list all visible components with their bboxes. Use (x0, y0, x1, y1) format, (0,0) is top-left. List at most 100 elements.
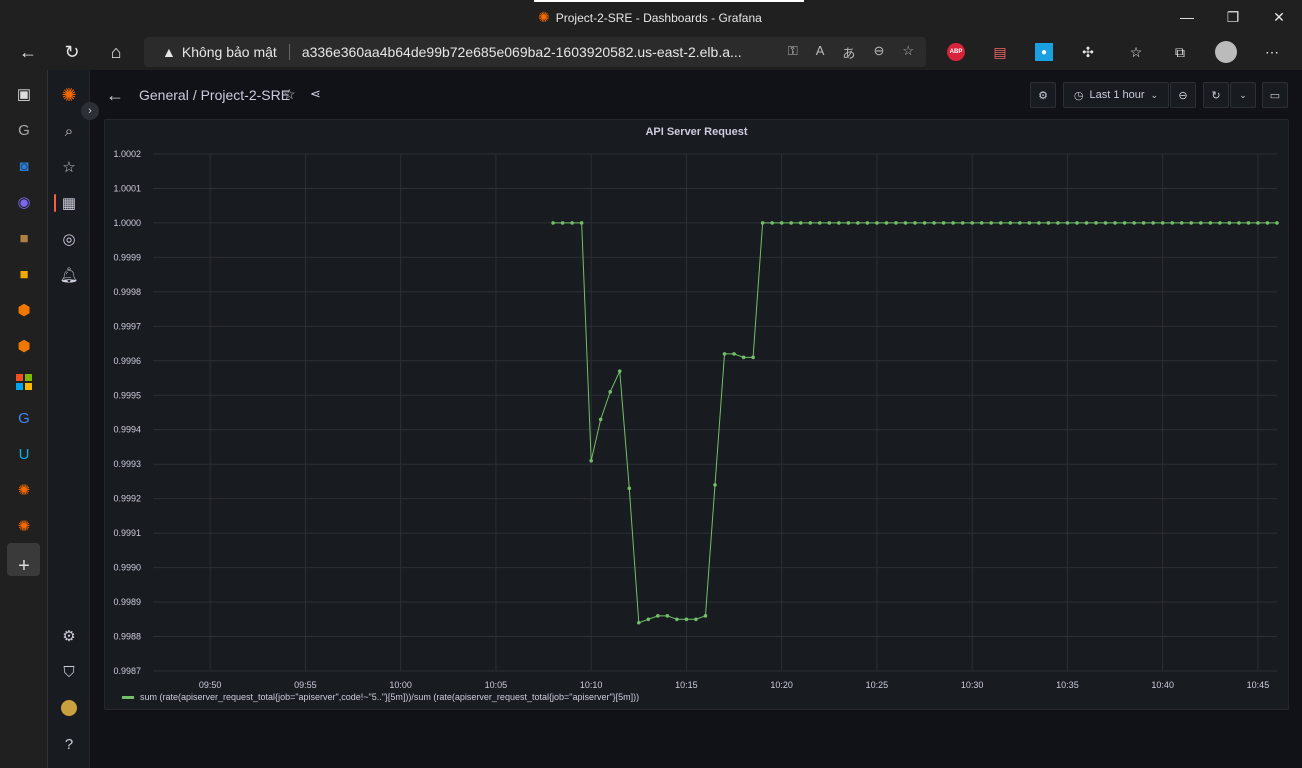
data-point (1094, 221, 1098, 225)
favorites-icon: ☆ (1129, 43, 1143, 60)
grafana-tab-2-icon[interactable]: ✺ (12, 514, 36, 538)
data-point (551, 221, 555, 225)
extensions-button[interactable]: ✣ (1076, 40, 1100, 64)
add-tab-icon[interactable]: + (12, 554, 36, 578)
data-point (846, 221, 851, 225)
chart-legend[interactable]: sum (rate(apiserver_request_total{job="a… (122, 692, 639, 702)
back-arrow-icon: ← (19, 41, 37, 62)
google-icon[interactable]: G (12, 406, 36, 430)
x-tick-label: 10:10 (580, 680, 603, 690)
tab-actions-icon[interactable]: ▣ (12, 82, 36, 106)
y-tick-label: 1.0000 (113, 218, 141, 228)
time-range-picker[interactable]: ◷ Last 1 hour ⌄ (1063, 82, 1169, 108)
water-extension[interactable]: ● (1032, 40, 1056, 64)
data-point (1132, 221, 1136, 225)
more-menu-button[interactable]: ⋯ (1260, 40, 1284, 64)
warning-icon: ▲ (162, 44, 176, 60)
data-point (922, 221, 927, 225)
grafana-home-logo-icon[interactable]: ✺ (57, 83, 81, 107)
package-icon[interactable]: ■ (12, 226, 36, 250)
dashboards-icon[interactable]: ▦ (57, 191, 81, 215)
legend-label[interactable]: sum (rate(apiserver_request_total{job="a… (140, 692, 639, 702)
microsoft-logo (16, 374, 32, 390)
outlook-icon[interactable]: ◙ (12, 154, 36, 178)
printer-icon: ▤ (993, 43, 1007, 60)
security-indicator[interactable]: ▲ Không bảo mật (162, 44, 277, 60)
view-mode-button[interactable]: ▭ (1262, 82, 1288, 108)
printer-extension[interactable]: ▤ (988, 40, 1012, 64)
aws-box-icon[interactable]: ■ (12, 262, 36, 286)
y-tick-label: 0.9997 (113, 321, 141, 331)
data-point (789, 221, 794, 225)
help-icon[interactable]: ? (57, 732, 81, 756)
data-point (1141, 221, 1146, 225)
translate-icon[interactable]: あ (842, 43, 855, 62)
data-point (970, 221, 974, 225)
y-tick-label: 0.9990 (113, 563, 141, 573)
favorites-button[interactable]: ☆ (1124, 40, 1148, 64)
refresh-interval-dropdown[interactable]: ⌄ (1230, 82, 1256, 108)
address-bar[interactable]: ▲ Không bảo mật a336e360aa4b64de99b72e68… (144, 37, 926, 67)
data-point (1179, 221, 1184, 225)
grafana-tab-icon[interactable]: ✺ (12, 478, 36, 502)
refresh-button[interactable]: ↻ (58, 38, 86, 66)
dashboard-back-arrow-icon[interactable]: ← (106, 85, 124, 106)
url-text[interactable]: a336e360aa4b64de99b72e685e069ba2-1603920… (302, 44, 742, 60)
data-point (1027, 221, 1032, 225)
microsoft-icon[interactable] (12, 370, 36, 394)
breadcrumb-folder[interactable]: General (139, 87, 189, 103)
configuration-gear-icon[interactable]: ⚙ (57, 624, 81, 648)
wordpress-icon[interactable]: ◉ (12, 190, 36, 214)
zoom-out-icon: ⊖ (1178, 89, 1188, 102)
favorite-add-icon[interactable]: ☆ (902, 43, 914, 62)
maximize-button[interactable]: ❐ (1210, 6, 1256, 28)
data-point (1189, 221, 1194, 225)
google-tab-icon[interactable]: G (12, 118, 36, 142)
data-point (732, 352, 736, 356)
home-button[interactable]: ⌂ (102, 38, 130, 66)
data-point (636, 620, 641, 625)
collections-button[interactable]: ⧉ (1168, 40, 1192, 64)
zoom-out-button[interactable]: ⊖ (1170, 82, 1196, 108)
x-tick-label: 10:25 (866, 680, 889, 690)
dashboard-settings-button[interactable]: ⚙ (1030, 82, 1056, 108)
explore-icon[interactable]: ◎ (57, 227, 81, 251)
puzzle-icon: ✣ (1082, 43, 1094, 60)
udacity-icon[interactable]: U (12, 442, 36, 466)
chart-svg: 1.0002 1.0001 1.0000 0.9999 0.9998 0.9997 0.99… (113, 149, 1279, 690)
x-tick-label: 09:55 (294, 680, 317, 690)
data-point (1084, 221, 1089, 225)
data-point (684, 617, 689, 622)
y-tick-label: 0.9998 (113, 287, 141, 297)
close-button[interactable]: ✕ (1256, 6, 1302, 28)
data-point (722, 352, 727, 356)
user-avatar-icon[interactable] (57, 696, 81, 720)
x-tick-label: 10:15 (675, 680, 698, 690)
more-dots-icon: ⋯ (1265, 43, 1279, 60)
zoom-icon[interactable]: ⊖ (873, 43, 884, 62)
read-aloud-icon[interactable]: A (816, 43, 825, 62)
alerting-bell-icon[interactable]: 🔔︎ (57, 263, 81, 287)
x-tick-label: 09:50 (199, 680, 222, 690)
breadcrumb-dashboard[interactable]: / Project-2-SRE (193, 87, 290, 103)
data-point (875, 221, 879, 225)
refresh-dashboard-button[interactable]: ↻ (1203, 82, 1229, 108)
mark-favorite-star-icon[interactable]: ☆ (283, 86, 296, 103)
adblock-extension[interactable]: ABP (944, 40, 968, 64)
aws-cube-2-icon[interactable]: ⬢ (12, 334, 36, 358)
droplet-icon: ● (1035, 43, 1053, 61)
data-point (570, 221, 574, 225)
graph-panel[interactable]: API Server Request 1.0002 1.0001 1.0000 0.9… (104, 119, 1289, 710)
y-tick-label: 1.0002 (113, 149, 141, 159)
share-icon[interactable]: ⋖ (310, 86, 321, 102)
profile-button[interactable] (1214, 40, 1238, 64)
back-button[interactable]: ← (14, 38, 42, 66)
server-admin-shield-icon[interactable]: ⛉ (57, 660, 81, 684)
starred-icon[interactable]: ☆ (57, 155, 81, 179)
search-icon[interactable]: ⌕ (57, 119, 81, 143)
y-axis-ticks: 1.0002 1.0001 1.0000 0.9999 0.9998 0.9997 0.99… (113, 149, 141, 676)
minimize-button[interactable]: — (1164, 6, 1210, 28)
key-icon[interactable]: ⚿ (788, 43, 798, 62)
data-point (1246, 221, 1251, 225)
aws-cube-icon[interactable]: ⬢ (12, 298, 36, 322)
